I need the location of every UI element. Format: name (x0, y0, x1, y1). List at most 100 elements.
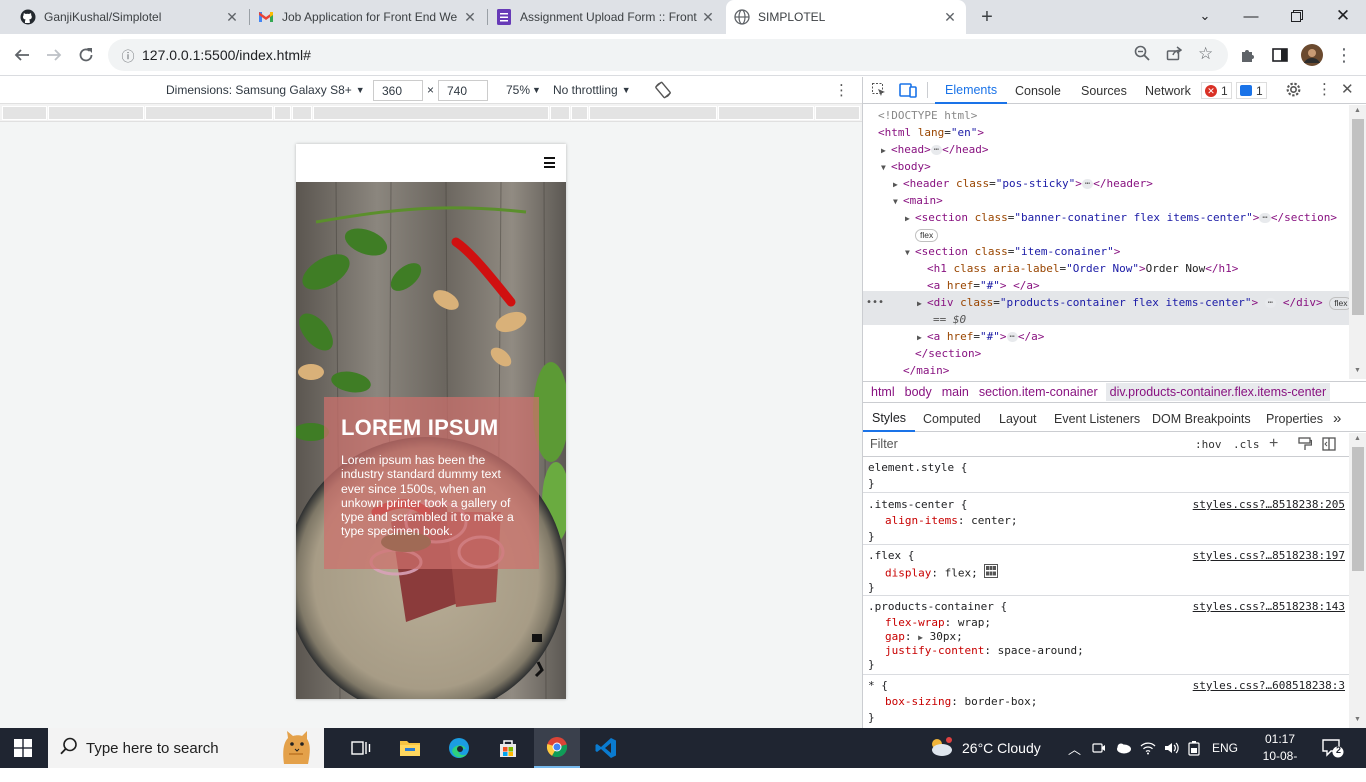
windows-start-icon[interactable] (0, 728, 46, 768)
flex-badge[interactable]: flex (863, 226, 1349, 243)
scrollbar-thumb[interactable] (1352, 447, 1364, 571)
tab-layout[interactable]: Layout (999, 405, 1037, 432)
dom-node-item-section[interactable]: ▼ <section class="item-conainer"> (863, 243, 1349, 260)
cls-toggle[interactable]: .cls (1233, 438, 1260, 451)
media-query-bar[interactable] (550, 106, 570, 120)
file-explorer-icon[interactable] (387, 728, 433, 768)
tab-simplotel[interactable]: SIMPLOTEL ✕ (726, 0, 966, 34)
dom-node-main[interactable]: ▼ <main> (863, 192, 1349, 209)
taskbar-clock[interactable]: 01:17 10-08-2023 (1252, 731, 1308, 782)
media-query-bar[interactable] (145, 106, 273, 120)
media-query-bar[interactable] (571, 106, 588, 120)
dom-node-a[interactable]: <a href="#"> </a> (863, 277, 1349, 294)
toggle-sidebar-icon[interactable] (1322, 437, 1336, 454)
close-icon[interactable]: ✕ (224, 9, 240, 26)
dom-node-html[interactable]: <html lang="en"> (863, 124, 1349, 141)
tab-computed[interactable]: Computed (923, 405, 981, 432)
dom-node-doctype[interactable]: <!DOCTYPE html> (863, 107, 1349, 124)
zoom-icon[interactable] (1134, 45, 1150, 65)
show-hidden-icons-chevron-icon[interactable]: ︿ (1068, 728, 1081, 768)
breadcrumb-item[interactable]: main (942, 385, 969, 399)
media-query-bar[interactable] (589, 106, 717, 120)
minimize-button[interactable]: — (1228, 0, 1274, 32)
reload-icon[interactable] (72, 41, 100, 69)
settings-gear-icon[interactable] (1285, 81, 1302, 101)
tab-gmail[interactable]: Job Application for Front End We ✕ (250, 0, 486, 34)
devtools-menu-icon[interactable]: ⋮ (1317, 80, 1332, 98)
flexbox-editor-icon[interactable] (984, 564, 999, 583)
chrome-menu-icon[interactable]: ⋮ (1330, 41, 1358, 69)
network-wifi-icon[interactable] (1140, 728, 1156, 768)
vscode-icon[interactable] (583, 728, 629, 768)
rule-source-link[interactable]: styles.css?…8518238:143 (1193, 599, 1345, 615)
close-icon[interactable]: ✕ (942, 9, 958, 26)
onedrive-cloud-icon[interactable] (1114, 728, 1132, 768)
new-tab-button[interactable]: + (974, 4, 1000, 30)
inspect-element-icon[interactable] (871, 82, 887, 101)
dom-node-main-close[interactable]: </main> (863, 362, 1349, 379)
notification-center-icon[interactable]: 2 (1322, 738, 1344, 761)
weather-widget[interactable]: 26°C Cloudy (928, 728, 1041, 768)
tab-console[interactable]: Console (1015, 77, 1061, 104)
device-height-input[interactable]: 740 (438, 80, 488, 101)
new-style-rule-icon[interactable]: + (1269, 435, 1278, 453)
dom-node-header[interactable]: ▶ <header class="pos-sticky"> ⋯ </header> (863, 175, 1349, 192)
breadcrumb-item-selected[interactable]: div.products-container.flex.items-center (1105, 383, 1331, 401)
tab-properties[interactable]: Properties (1266, 405, 1323, 432)
scrollbar-thumb[interactable] (1352, 119, 1364, 315)
battery-icon[interactable] (1188, 728, 1200, 768)
style-rule[interactable]: * { styles.css?…608518238:3 box-sizing: … (863, 676, 1349, 726)
window-close-button[interactable]: ✕ (1320, 0, 1366, 32)
hamburger-menu-icon[interactable] (544, 157, 555, 168)
input-language-indicator[interactable]: ENG (1212, 728, 1238, 768)
dom-node-head[interactable]: ▶ <head> ⋯ </head> (863, 141, 1349, 158)
device-width-input[interactable]: 360 (373, 80, 423, 101)
tab-search-chevron-icon[interactable]: ⌄ (1182, 0, 1228, 32)
throttling-select[interactable]: No throttling ▼ (553, 83, 631, 97)
media-query-bar[interactable] (2, 106, 47, 120)
tab-sources[interactable]: Sources (1081, 77, 1127, 104)
side-panel-icon[interactable] (1266, 41, 1294, 69)
device-toggle-icon[interactable] (899, 81, 917, 102)
style-rule[interactable]: element.style { } (863, 458, 1349, 493)
tab-elements[interactable]: Elements (935, 77, 1008, 104)
forward-arrow-icon[interactable] (40, 41, 68, 69)
dom-node-a[interactable]: ▶ <a href="#"> ⋯ </a> (863, 328, 1349, 345)
breadcrumb-item[interactable]: html (871, 385, 895, 399)
media-query-bar[interactable] (48, 106, 144, 120)
dom-node-products-container[interactable]: ▶ <div class="products-container flex ite… (863, 294, 1349, 311)
address-bar[interactable]: ⓘ 127.0.0.1:5500/index.html# ☆ (108, 39, 1228, 71)
more-tabs-chevron-icon[interactable]: » (1333, 405, 1341, 432)
media-query-bar[interactable] (274, 106, 291, 120)
dom-node-h1[interactable]: <h1 class aria-label="Order Now">Order N… (863, 260, 1349, 277)
rule-source-link[interactable]: styles.css?…8518238:205 (1193, 497, 1345, 513)
devtools-close-icon[interactable]: ✕ (1341, 80, 1354, 98)
media-query-bar[interactable] (815, 106, 860, 120)
paint-roller-icon[interactable] (1298, 437, 1313, 454)
dom-node-body[interactable]: ▼ <body> (863, 158, 1349, 175)
task-view-icon[interactable] (338, 728, 384, 768)
tab-network[interactable]: Network (1145, 77, 1191, 104)
share-icon[interactable] (1166, 45, 1183, 64)
device-toolbar-menu-icon[interactable]: ⋮ (834, 81, 849, 99)
dom-tree-scrollbar[interactable]: ▲ ▼ (1349, 105, 1366, 379)
close-icon[interactable]: ✕ (462, 9, 478, 26)
extensions-puzzle-icon[interactable] (1234, 41, 1262, 69)
edge-browser-icon[interactable] (436, 728, 482, 768)
styles-scrollbar[interactable]: ▲ ▼ (1349, 433, 1366, 728)
rule-source-link[interactable]: styles.css?…8518238:197 (1193, 548, 1345, 564)
avatar[interactable] (1298, 41, 1326, 69)
rule-source-link[interactable]: styles.css?…608518238:3 (1193, 678, 1345, 694)
breadcrumb-item[interactable]: body (905, 385, 932, 399)
restore-button[interactable] (1274, 0, 1320, 32)
breadcrumb-item[interactable]: section.item-conainer (979, 385, 1098, 399)
message-count-badge[interactable]: 1 (1236, 82, 1267, 99)
microsoft-store-icon[interactable] (485, 728, 531, 768)
meet-now-icon[interactable] (1092, 728, 1106, 768)
close-icon[interactable]: ✕ (700, 9, 716, 26)
media-query-bar[interactable] (292, 106, 312, 120)
tab-forms[interactable]: Assignment Upload Form :: Front ✕ (488, 0, 724, 34)
zoom-select[interactable]: 75% ▼ (506, 83, 541, 97)
dom-node-banner-section[interactable]: ▶ <section class="banner-conatiner flex i… (863, 209, 1349, 226)
tab-event-listeners[interactable]: Event Listeners (1054, 405, 1140, 432)
